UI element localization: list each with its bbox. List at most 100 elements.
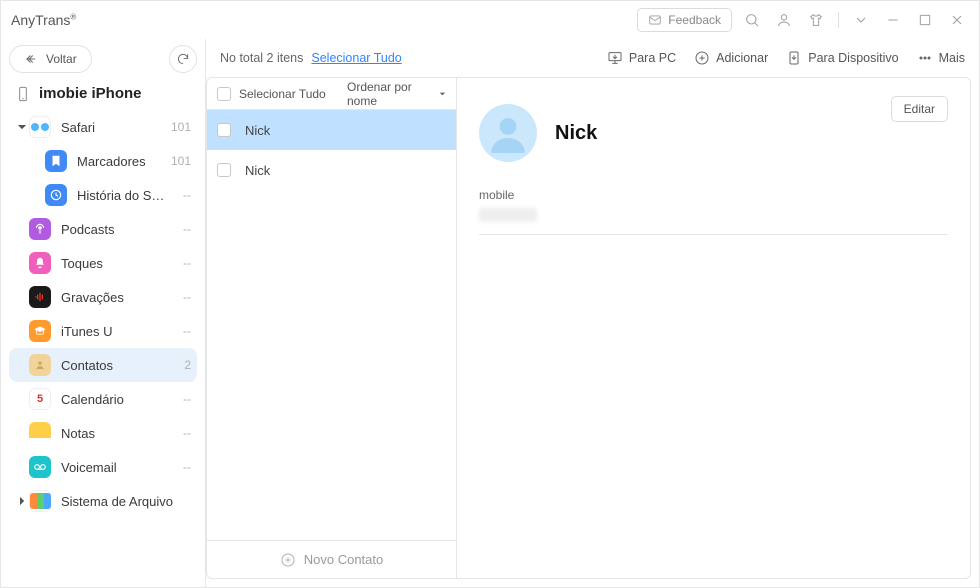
- add-button[interactable]: Adicionar: [694, 50, 768, 66]
- sidebar-item-filesystem[interactable]: Sistema de Arquivo: [9, 484, 197, 518]
- header-label: Ordenar por nome: [347, 80, 431, 108]
- back-label: Voltar: [46, 52, 77, 66]
- contact-row[interactable]: Nick: [207, 150, 456, 190]
- notes-icon: [29, 422, 51, 444]
- refresh-icon: [176, 52, 190, 66]
- sidebar-item-itunesu[interactable]: iTunes U --: [9, 314, 197, 348]
- sidebar-item-label: Podcasts: [61, 222, 167, 237]
- minimize-icon: [885, 12, 901, 28]
- close-button[interactable]: [945, 8, 969, 32]
- contact-name: Nick: [245, 163, 270, 178]
- to-device-button[interactable]: Para Dispositivo: [786, 50, 898, 66]
- contact-field: mobile: [479, 188, 948, 235]
- sidebar-item-ringtones[interactable]: Toques --: [9, 246, 197, 280]
- plus-circle-icon: [280, 552, 296, 568]
- sidebar-item-count: --: [167, 188, 191, 202]
- checkbox[interactable]: [217, 123, 231, 137]
- search-icon: [744, 12, 760, 28]
- phone-icon: [15, 86, 31, 102]
- feedback-button[interactable]: Feedback: [637, 8, 732, 32]
- sidebar-item-calendar[interactable]: 5 Calendário --: [9, 382, 197, 416]
- list-panel: Selecionar Tudo Ordenar por nome Nick: [207, 78, 457, 578]
- total-count: No total 2 itens: [220, 51, 303, 65]
- calendar-icon: 5: [29, 388, 51, 410]
- plus-circle-icon: [694, 50, 710, 66]
- titlebar-right: Feedback: [637, 8, 969, 32]
- to-pc-button[interactable]: Para PC: [607, 50, 676, 66]
- monitor-icon: [607, 50, 623, 66]
- gift-button[interactable]: [804, 8, 828, 32]
- action-label: Para Dispositivo: [808, 51, 898, 65]
- field-value-blurred: [479, 208, 537, 222]
- sidebar-item-count: 2: [167, 358, 191, 372]
- sidebar-item-recordings[interactable]: Gravações --: [9, 280, 197, 314]
- new-contact-button[interactable]: Novo Contato: [207, 540, 456, 578]
- field-label: mobile: [479, 188, 948, 202]
- sidebar-item-count: 101: [167, 154, 191, 168]
- sidebar-item-podcasts[interactable]: Podcasts --: [9, 212, 197, 246]
- more-button[interactable]: Mais: [917, 50, 965, 66]
- main: No total 2 itens Selecionar Tudo Para PC…: [206, 39, 979, 587]
- body: Voltar imobie iPhone Safari 101: [1, 39, 979, 587]
- header-select-all[interactable]: Selecionar Tudo: [207, 87, 337, 101]
- voicemail-icon: [29, 456, 51, 478]
- mail-icon: [648, 13, 662, 27]
- action-label: Adicionar: [716, 51, 768, 65]
- field-divider: [479, 234, 948, 235]
- sidebar-item-label: Notas: [61, 426, 167, 441]
- sidebar-item-count: --: [167, 460, 191, 474]
- contacts-icon: [29, 354, 51, 376]
- sidebar-item-label: Gravações: [61, 290, 167, 305]
- search-button[interactable]: [740, 8, 764, 32]
- waveform-icon: [29, 286, 51, 308]
- sidebar-item-contacts[interactable]: Contatos 2: [9, 348, 197, 382]
- contact-name: Nick: [245, 123, 270, 138]
- sidebar-item-label: Contatos: [61, 358, 167, 373]
- titlebar: AnyTrans® Feedback: [1, 1, 979, 39]
- sidebar-item-safari[interactable]: Safari 101: [9, 110, 197, 144]
- sidebar-item-count: --: [167, 324, 191, 338]
- minimize-button[interactable]: [881, 8, 905, 32]
- maximize-button[interactable]: [913, 8, 937, 32]
- device-name: imobie iPhone: [39, 85, 142, 102]
- action-label: Mais: [939, 51, 965, 65]
- action-label: Para PC: [629, 51, 676, 65]
- close-icon: [949, 12, 965, 28]
- sidebar-item-label: Toques: [61, 256, 167, 271]
- caret-down-icon: [439, 90, 446, 98]
- sidebar-item-history[interactable]: História do Safari --: [9, 178, 197, 212]
- header-sort[interactable]: Ordenar por nome: [337, 80, 456, 108]
- account-button[interactable]: [772, 8, 796, 32]
- edit-label: Editar: [904, 102, 935, 116]
- dropdown-button[interactable]: [849, 8, 873, 32]
- back-button[interactable]: Voltar: [9, 45, 92, 73]
- sidebar-item-label: Marcadores: [77, 154, 167, 169]
- refresh-button[interactable]: [169, 45, 197, 73]
- graduation-icon: [29, 320, 51, 342]
- bell-icon: [29, 252, 51, 274]
- sidebar-item-voicemail[interactable]: Voicemail --: [9, 450, 197, 484]
- avatar: [479, 104, 537, 162]
- contact-row[interactable]: Nick: [207, 110, 456, 150]
- safari-icon: [29, 116, 51, 138]
- list-header: Selecionar Tudo Ordenar por nome: [207, 78, 456, 110]
- select-all-link[interactable]: Selecionar Tudo: [311, 51, 401, 65]
- sidebar-item-label: Calendário: [61, 392, 167, 407]
- titlebar-divider: [838, 12, 839, 28]
- sidebar-tree: Safari 101 Marcadores 101 História do Sa…: [9, 110, 197, 579]
- sidebar-item-notes[interactable]: Notas --: [9, 416, 197, 450]
- edit-button[interactable]: Editar: [891, 96, 948, 122]
- sidebar-item-count: 101: [167, 120, 191, 134]
- filesystem-icon: [29, 490, 51, 512]
- podcast-icon: [29, 218, 51, 240]
- sidebar-top: Voltar: [9, 45, 197, 73]
- checkbox[interactable]: [217, 87, 231, 101]
- sidebar-item-bookmarks[interactable]: Marcadores 101: [9, 144, 197, 178]
- feedback-label: Feedback: [668, 13, 721, 27]
- contact-header: Nick: [479, 104, 948, 162]
- toolbar-actions: Para PC Adicionar Para Dispositivo Mais: [607, 50, 965, 66]
- detail-panel: Editar Nick mobile: [457, 78, 970, 578]
- sidebar-item-label: Safari: [61, 120, 167, 135]
- sidebar-item-label: Voicemail: [61, 460, 167, 475]
- checkbox[interactable]: [217, 163, 231, 177]
